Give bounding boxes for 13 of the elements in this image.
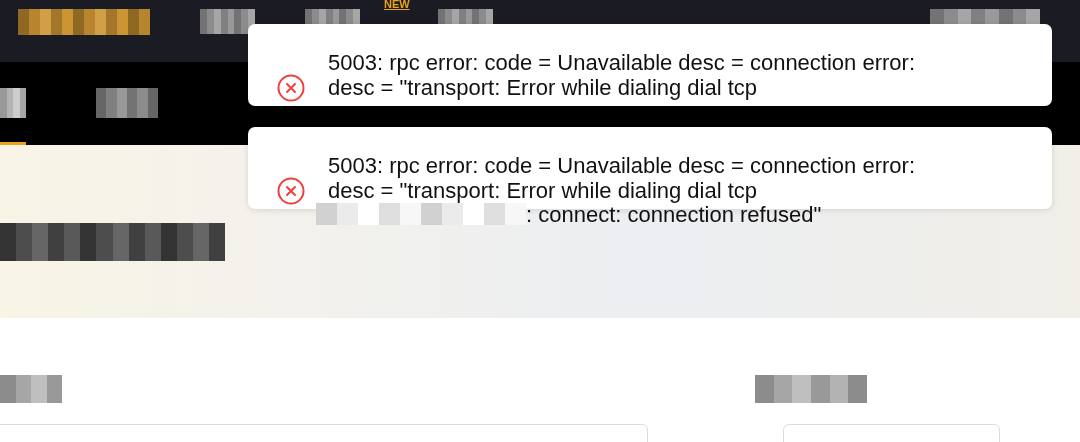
error-message: desc = "transport: Error while dialing dial tcp [328,178,758,203]
pixelated-block [0,88,26,118]
new-label: NEW [384,0,410,10]
error-icon [277,74,305,102]
pixelated-block [0,375,62,403]
pixelated-block [200,9,255,34]
error-icon [277,177,305,205]
error-message: 5003: rpc error: code = Unavailable desc = connection error: [328,154,915,179]
error-message: : connect: connection refused" [526,203,822,228]
tab-indicator [0,142,26,145]
error-message: desc = "transport: Error while dialing dial tcp [328,75,758,100]
pixelated-block [96,88,158,118]
error-message: 5003: rpc error: code = Unavailable desc = connection error: [328,51,915,76]
